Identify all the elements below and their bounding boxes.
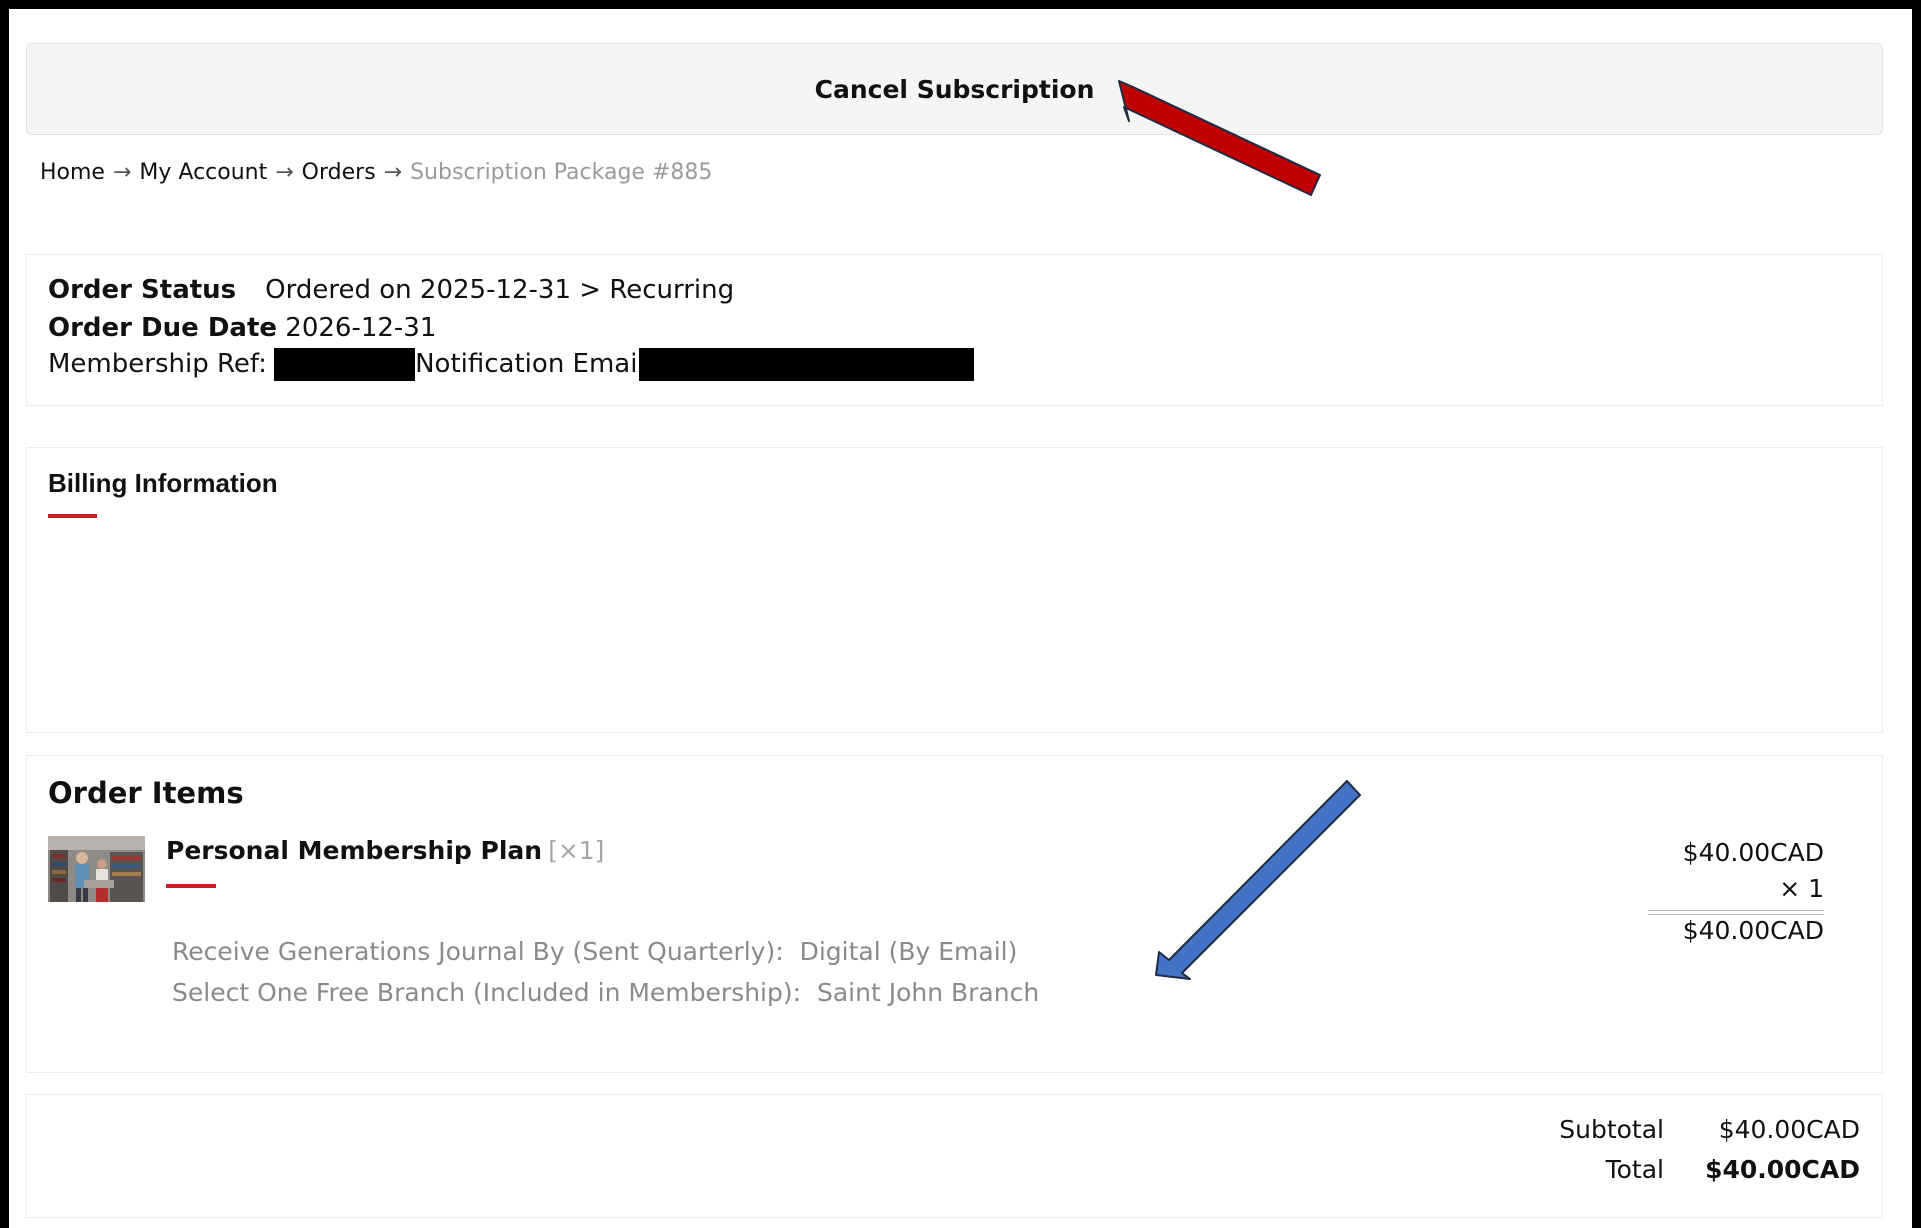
order-status-value: Ordered on 2025-12-31 > Recurring	[265, 275, 735, 305]
product-name-underline	[166, 884, 216, 888]
product-qty-tag: [×1]	[548, 836, 605, 865]
product-thumbnail-image	[48, 836, 145, 902]
cancel-subscription-button[interactable]: Cancel Subscription	[26, 43, 1883, 135]
subtotal-value: $40.00CAD	[1718, 1115, 1860, 1144]
breadcrumb-home[interactable]: Home	[40, 160, 105, 185]
product-thumbnail	[48, 836, 145, 902]
billing-information-title: Billing Information	[48, 468, 278, 498]
item-meta-value: Saint John Branch	[816, 978, 1040, 1007]
order-due-date-label: Order Due Date	[48, 313, 278, 343]
price-divider	[1648, 910, 1824, 915]
notification-email-label: Notification Email:	[415, 349, 654, 379]
total-label: Total	[1605, 1155, 1664, 1184]
product-name-row: Personal Membership Plan [×1]	[166, 836, 604, 865]
order-status-card: Order Status Ordered on 2025-12-31 > Recu…	[26, 254, 1883, 406]
notification-email-redacted	[639, 348, 975, 381]
item-meta-journal: Receive Generations Journal By (Sent Qua…	[172, 937, 1017, 966]
membership-ref-label: Membership Ref:	[48, 349, 267, 379]
cancel-subscription-label: Cancel Subscription	[814, 74, 1095, 104]
item-meta-label: Select One Free Branch (Included in Memb…	[172, 978, 802, 1007]
membership-row: Membership Ref: Notification Email:	[48, 348, 975, 381]
billing-title-underline	[48, 514, 97, 518]
breadcrumb: Home → My Account → Orders → Subscription Pack…	[40, 160, 712, 185]
item-meta-branch: Select One Free Branch (Included in Memb…	[172, 978, 1039, 1007]
breadcrumb-current: Subscription Package #885	[410, 160, 713, 185]
item-meta-value: Digital (By Email)	[799, 937, 1018, 966]
total-value: $40.00CAD	[1705, 1155, 1860, 1184]
breadcrumb-my-account[interactable]: My Account	[139, 160, 267, 185]
subtotal-label: Subtotal	[1559, 1115, 1664, 1144]
order-status-row: Order Status Ordered on 2025-12-31 > Recu…	[48, 275, 734, 305]
item-line-total: $40.00CAD	[1682, 916, 1824, 945]
membership-ref-redacted	[274, 348, 416, 381]
breadcrumb-separator: →	[112, 160, 132, 185]
order-status-label: Order Status	[48, 275, 237, 305]
order-due-date-value: 2026-12-31	[285, 313, 437, 343]
breadcrumb-orders[interactable]: Orders	[302, 160, 376, 185]
breadcrumb-separator: →	[275, 160, 294, 185]
order-items-title: Order Items	[48, 776, 244, 810]
order-items-card: Order Items Personal Membership Plan [×1]	[26, 755, 1883, 1073]
item-multiplier: × 1	[1779, 874, 1824, 903]
order-totals-card: Subtotal $40.00CAD Total $40.00CAD	[26, 1094, 1883, 1218]
breadcrumb-separator: →	[383, 160, 403, 185]
product-name[interactable]: Personal Membership Plan	[166, 836, 542, 865]
order-due-date-row: Order Due Date 2026-12-31	[48, 313, 436, 343]
item-meta-label: Receive Generations Journal By (Sent Qua…	[172, 937, 784, 966]
billing-information-card: Billing Information	[26, 447, 1883, 733]
item-unit-price: $40.00CAD	[1682, 838, 1824, 867]
